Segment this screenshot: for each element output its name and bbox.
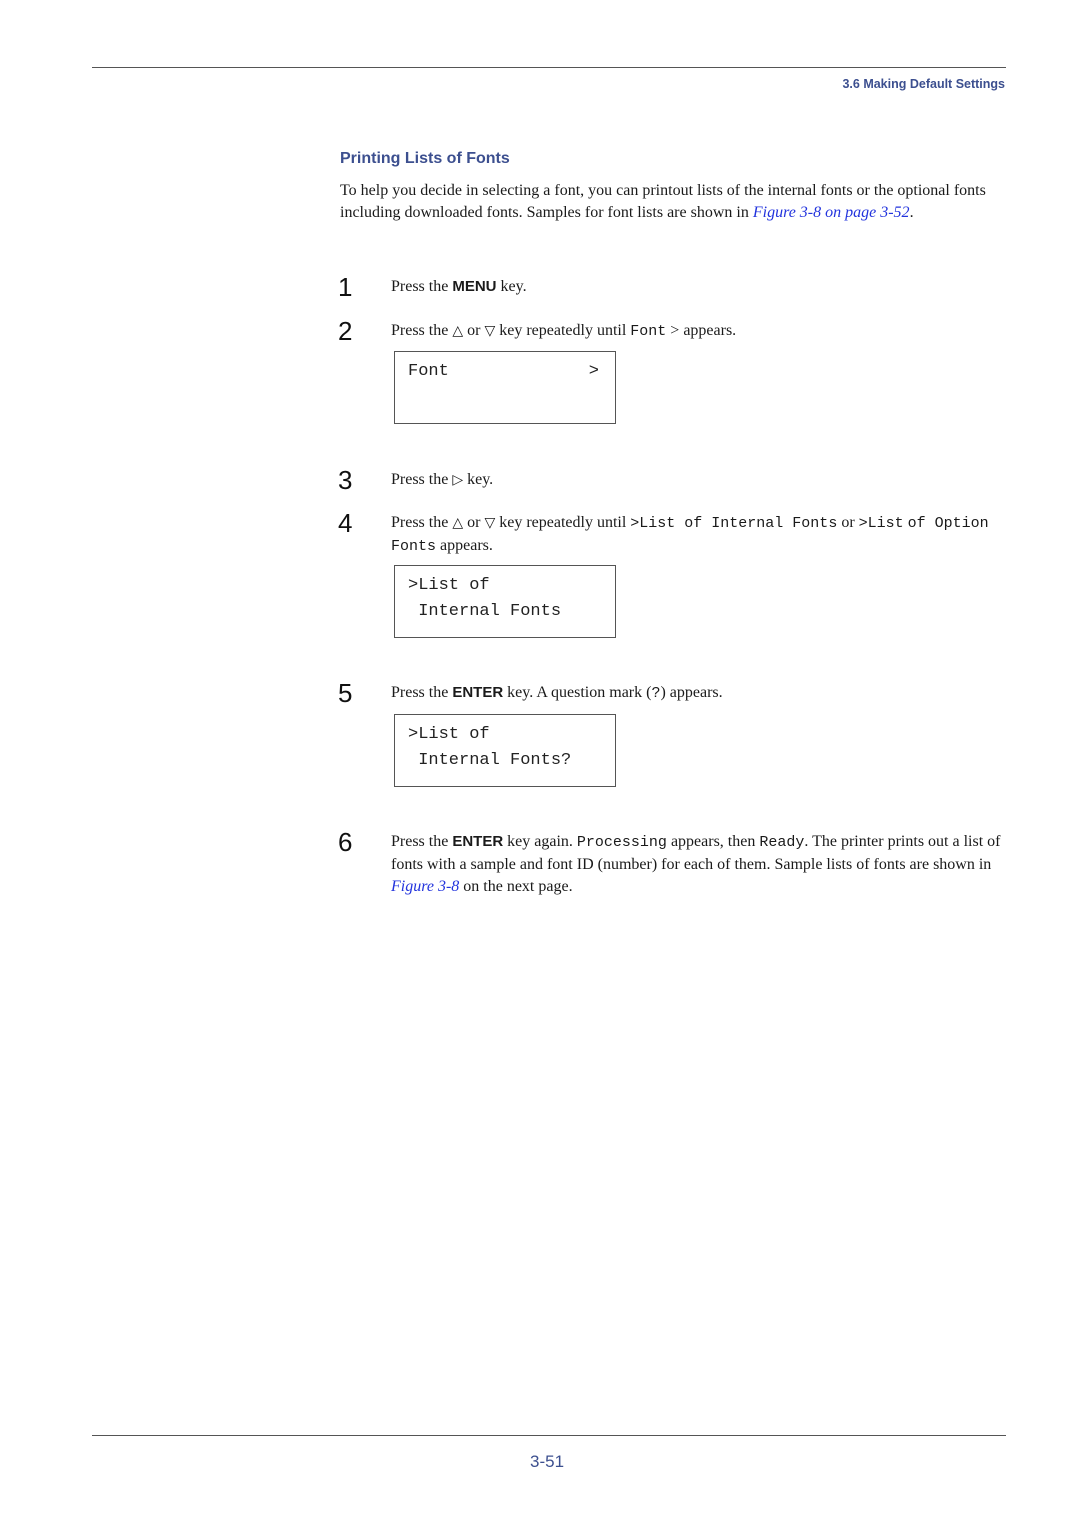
text: key again. <box>503 833 577 850</box>
code-processing: Processing <box>576 834 667 851</box>
code-font: Font <box>630 323 667 340</box>
down-triangle-icon: ▽ <box>484 515 496 531</box>
code-ready: Ready <box>759 834 805 851</box>
step-text: Press the MENU key. <box>391 276 1009 298</box>
step-text: Press the △ or ▽ key repeatedly until Fo… <box>391 320 1009 343</box>
header-rule <box>92 67 1006 68</box>
lcd-right-indicator: > <box>588 362 599 381</box>
lcd-line-1: >List of <box>408 725 490 744</box>
text: key repeatedly until <box>495 322 631 339</box>
step-text: Press the ENTER key. A question mark (?)… <box>391 682 1009 705</box>
text: on the next page. <box>459 878 573 895</box>
footer-rule <box>92 1435 1006 1436</box>
text: or <box>463 322 485 339</box>
step-number: 4 <box>338 508 353 538</box>
menu-key-label: MENU <box>452 278 497 295</box>
enter-key-label: ENTER <box>452 684 504 701</box>
page-number: 3-51 <box>530 1452 565 1471</box>
step-text: Press the △ or ▽ key repeatedly until >L… <box>391 512 1009 558</box>
up-triangle-icon: △ <box>452 515 464 531</box>
enter-key-label: ENTER <box>452 833 504 850</box>
text: or <box>463 514 485 531</box>
lcd-display-list-internal-confirm: >List of Internal Fonts? <box>394 714 616 787</box>
text: Press the <box>391 514 453 531</box>
text: Press the <box>391 833 453 850</box>
step-text: Press the ENTER key again. Processing ap… <box>391 831 1009 898</box>
figure-link[interactable]: Figure 3-8 on page 3-52 <box>753 204 910 221</box>
up-triangle-icon: △ <box>452 323 464 339</box>
text: appears. <box>436 537 493 554</box>
lcd-display-list-internal: >List of Internal Fonts <box>394 565 616 638</box>
text: Press the <box>391 322 453 339</box>
text: > appears. <box>666 322 737 339</box>
text: or <box>837 514 859 531</box>
figure-link[interactable]: Figure 3-8 <box>391 878 459 895</box>
intro-end: . <box>909 204 914 221</box>
step-number: 3 <box>338 465 353 495</box>
step-number: 1 <box>338 272 353 302</box>
running-head: 3.6 Making Default Settings <box>842 77 1005 91</box>
code-list-internal: >List of Internal Fonts <box>630 515 838 532</box>
lcd-line-1: Font <box>408 362 449 381</box>
text: key repeatedly until <box>495 514 631 531</box>
text: Press the <box>391 471 453 488</box>
code-list: >List <box>858 515 904 532</box>
text: key. A question mark ( <box>503 684 652 701</box>
lcd-line-2: Internal Fonts? <box>408 751 572 770</box>
down-triangle-icon: ▽ <box>484 323 496 339</box>
intro-paragraph: To help you decide in selecting a font, … <box>340 180 1000 224</box>
step-text: Press the ▷ key. <box>391 469 1009 491</box>
step-number: 5 <box>338 678 353 708</box>
section-title: Printing Lists of Fonts <box>340 150 510 167</box>
lcd-line-1: >List of <box>408 576 490 595</box>
text: Press the <box>391 278 453 295</box>
text: ) appears. <box>660 684 723 701</box>
step-number: 2 <box>338 316 353 346</box>
text: key. <box>463 471 494 488</box>
lcd-line-2: Internal Fonts <box>408 602 562 621</box>
right-triangle-icon: ▷ <box>452 472 464 488</box>
text: Press the <box>391 684 453 701</box>
text: key. <box>496 278 527 295</box>
step-number: 6 <box>338 827 353 857</box>
text: appears, then <box>666 833 760 850</box>
lcd-display-font: Font > <box>394 351 616 424</box>
